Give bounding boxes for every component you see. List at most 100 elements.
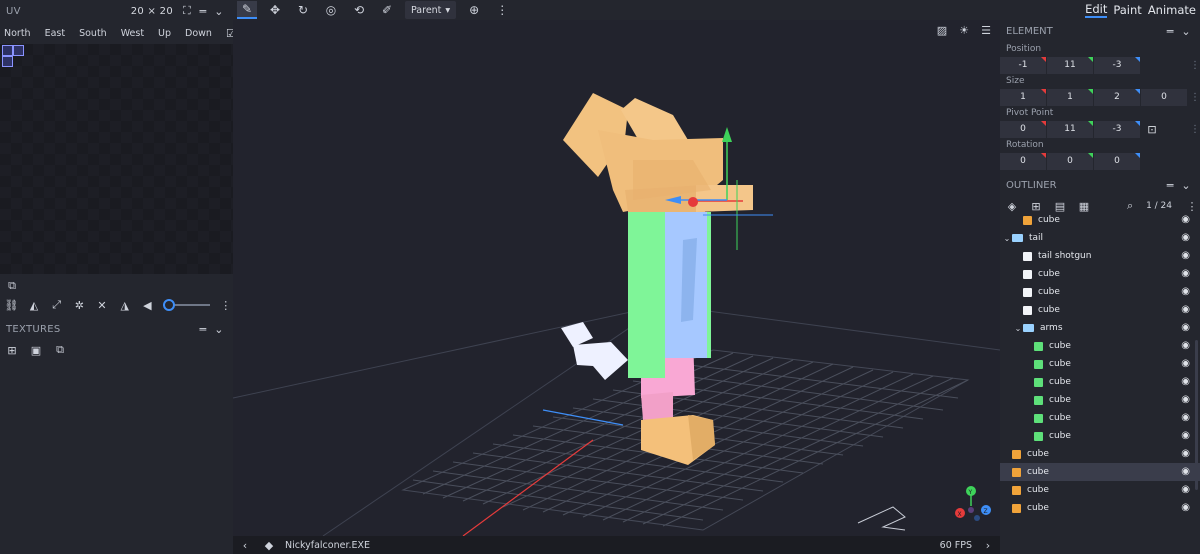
outliner-cube[interactable]: cube ◉ xyxy=(1000,355,1200,373)
visibility-eye-icon[interactable]: ◉ xyxy=(1181,502,1190,513)
outliner-group[interactable]: ⌄ arms ◉ xyxy=(1000,319,1200,337)
vertex-tool-icon[interactable]: ⟲ xyxy=(349,1,369,19)
clear-icon[interactable]: ✕ xyxy=(95,297,110,313)
outliner-cube[interactable]: cube ◉ xyxy=(1000,463,1200,481)
position-y-field[interactable]: 11 xyxy=(1047,56,1093,74)
rotate-uv-icon[interactable]: ◀ xyxy=(140,297,155,313)
chevron-down-icon[interactable]: ⌄ xyxy=(211,3,227,19)
uv-face-west[interactable]: West xyxy=(121,28,144,39)
visibility-eye-icon[interactable]: ◉ xyxy=(1181,214,1190,225)
outliner-scrollbar[interactable] xyxy=(1195,340,1198,490)
link-icon[interactable]: ⛓ xyxy=(4,297,19,313)
uv-face-north[interactable]: North xyxy=(4,28,31,39)
chevron-right-icon[interactable]: › xyxy=(980,537,996,553)
uv-face-box[interactable] xyxy=(2,56,13,67)
new-texture-icon[interactable]: ▣ xyxy=(28,342,44,358)
visibility-eye-icon[interactable]: ◉ xyxy=(1181,250,1190,261)
uv-face-down[interactable]: Down xyxy=(185,28,212,39)
position-x-field[interactable]: -1 xyxy=(1000,56,1046,74)
panel-menu-icon[interactable]: ═ xyxy=(195,321,211,337)
outliner-cube[interactable]: cube ◉ xyxy=(1000,499,1200,517)
more-icon[interactable]: ⋮ xyxy=(492,1,512,19)
screenshot-icon[interactable]: ▨ xyxy=(934,22,950,38)
textures-list[interactable] xyxy=(0,360,233,536)
visibility-eye-icon[interactable]: ◉ xyxy=(1181,322,1190,333)
visibility-eye-icon[interactable]: ◉ xyxy=(1181,412,1190,423)
slider-knob[interactable] xyxy=(162,299,175,311)
visibility-eye-icon[interactable]: ◉ xyxy=(1181,430,1190,441)
visibility-eye-icon[interactable]: ◉ xyxy=(1181,232,1190,243)
rotation-y-field[interactable]: 0 xyxy=(1047,152,1093,170)
chevron-down-icon[interactable]: ⌄ xyxy=(1178,23,1194,39)
panel-menu-icon[interactable]: ═ xyxy=(1162,23,1178,39)
rotation-x-field[interactable]: 0 xyxy=(1000,152,1046,170)
chevron-down-icon[interactable]: ⌄ xyxy=(211,321,227,337)
size-z-field[interactable]: 2 xyxy=(1094,88,1140,106)
pencil-tool-icon[interactable]: ✐ xyxy=(377,1,397,19)
visibility-eye-icon[interactable]: ◉ xyxy=(1181,394,1190,405)
paint-bucket-icon[interactable]: ◭ xyxy=(27,297,42,313)
outliner-cube[interactable]: cube ◉ xyxy=(1000,283,1200,301)
fullscreen-icon[interactable]: ⛶ xyxy=(179,3,195,19)
chevron-down-icon[interactable]: ⌄ xyxy=(1013,324,1023,333)
outliner-cube[interactable]: cube ◉ xyxy=(1000,337,1200,355)
import-texture-icon[interactable]: ⊞ xyxy=(4,342,20,358)
outliner-group[interactable]: ⌄ tail ◉ xyxy=(1000,229,1200,247)
position-z-field[interactable]: -3 xyxy=(1094,56,1140,74)
pivot-tool-icon[interactable]: ◎ xyxy=(321,1,341,19)
uv-face-east[interactable]: East xyxy=(45,28,66,39)
panel-menu-icon[interactable]: ═ xyxy=(195,3,211,19)
uv-face-box[interactable] xyxy=(2,45,13,56)
lighting-icon[interactable]: ☀ xyxy=(956,22,972,38)
more-icon[interactable]: ⋮ xyxy=(1190,60,1200,71)
visibility-eye-icon[interactable]: ◉ xyxy=(1181,484,1190,495)
pivot-x-field[interactable]: 0 xyxy=(1000,120,1046,138)
visibility-eye-icon[interactable]: ◉ xyxy=(1181,286,1190,297)
uv-face-south[interactable]: South xyxy=(79,28,107,39)
more-icon[interactable]: ⋮ xyxy=(1190,92,1200,103)
visibility-eye-icon[interactable]: ◉ xyxy=(1181,376,1190,387)
rotate-tool-icon[interactable]: ↻ xyxy=(293,1,313,19)
more-icon[interactable]: ⋮ xyxy=(1190,124,1200,135)
viewport-menu-icon[interactable]: ☰ xyxy=(978,22,994,38)
vertex-snap-tool-icon[interactable]: ✎ xyxy=(237,1,257,19)
mirror-icon[interactable]: ◮ xyxy=(117,297,132,313)
chevron-down-icon[interactable]: ⌄ xyxy=(1178,177,1194,193)
uv-face-up[interactable]: Up xyxy=(158,28,171,39)
texture-gallery-icon[interactable]: ⧉ xyxy=(52,342,68,358)
outliner-cube[interactable]: cube ◉ xyxy=(1000,445,1200,463)
inflate-field[interactable]: 0 xyxy=(1141,88,1187,106)
uv-editor-canvas[interactable] xyxy=(0,44,233,274)
more-icon[interactable]: ⋮ xyxy=(218,297,233,313)
maximize-icon[interactable]: ⤢ xyxy=(49,297,64,313)
visibility-eye-icon[interactable]: ◉ xyxy=(1181,448,1190,459)
pivot-mode-select[interactable]: Parent ▾ xyxy=(405,1,457,19)
outliner-cube[interactable]: cube ◉ xyxy=(1000,391,1200,409)
selection-mode-icon[interactable]: ◆ xyxy=(261,537,277,553)
outliner-cube[interactable]: cube ◉ xyxy=(1000,373,1200,391)
size-x-field[interactable]: 1 xyxy=(1000,88,1046,106)
mode-tab-animate[interactable]: Animate xyxy=(1148,3,1196,17)
pivot-y-field[interactable]: 11 xyxy=(1047,120,1093,138)
center-icon[interactable]: ⊕ xyxy=(464,1,484,19)
outliner-cube[interactable]: cube ◉ xyxy=(1000,211,1200,229)
copy-icon[interactable]: ⧉ xyxy=(4,278,20,294)
mode-tab-edit[interactable]: Edit xyxy=(1085,2,1108,18)
outliner-cube[interactable]: cube ◉ xyxy=(1000,427,1200,445)
size-y-field[interactable]: 1 xyxy=(1047,88,1093,106)
uv-rotation-slider[interactable] xyxy=(162,299,211,311)
outliner-cube[interactable]: tail shotgun ◉ xyxy=(1000,247,1200,265)
visibility-eye-icon[interactable]: ◉ xyxy=(1181,358,1190,369)
chevron-left-icon[interactable]: ‹ xyxy=(237,537,253,553)
outliner-cube[interactable]: cube ◉ xyxy=(1000,409,1200,427)
center-pivot-icon[interactable]: ⊡ xyxy=(1141,121,1163,138)
mode-tab-paint[interactable]: Paint xyxy=(1113,3,1141,17)
rotation-z-field[interactable]: 0 xyxy=(1094,152,1140,170)
3d-viewport[interactable]: Y X Z ▨ ☀ ☰ xyxy=(233,20,1000,536)
visibility-eye-icon[interactable]: ◉ xyxy=(1181,268,1190,279)
uv-size-label[interactable]: 20 × 20 xyxy=(131,6,173,17)
outliner-cube[interactable]: cube ◉ xyxy=(1000,481,1200,499)
pivot-z-field[interactable]: -3 xyxy=(1094,120,1140,138)
panel-menu-icon[interactable]: ═ xyxy=(1162,177,1178,193)
outliner-cube[interactable]: cube ◉ xyxy=(1000,265,1200,283)
